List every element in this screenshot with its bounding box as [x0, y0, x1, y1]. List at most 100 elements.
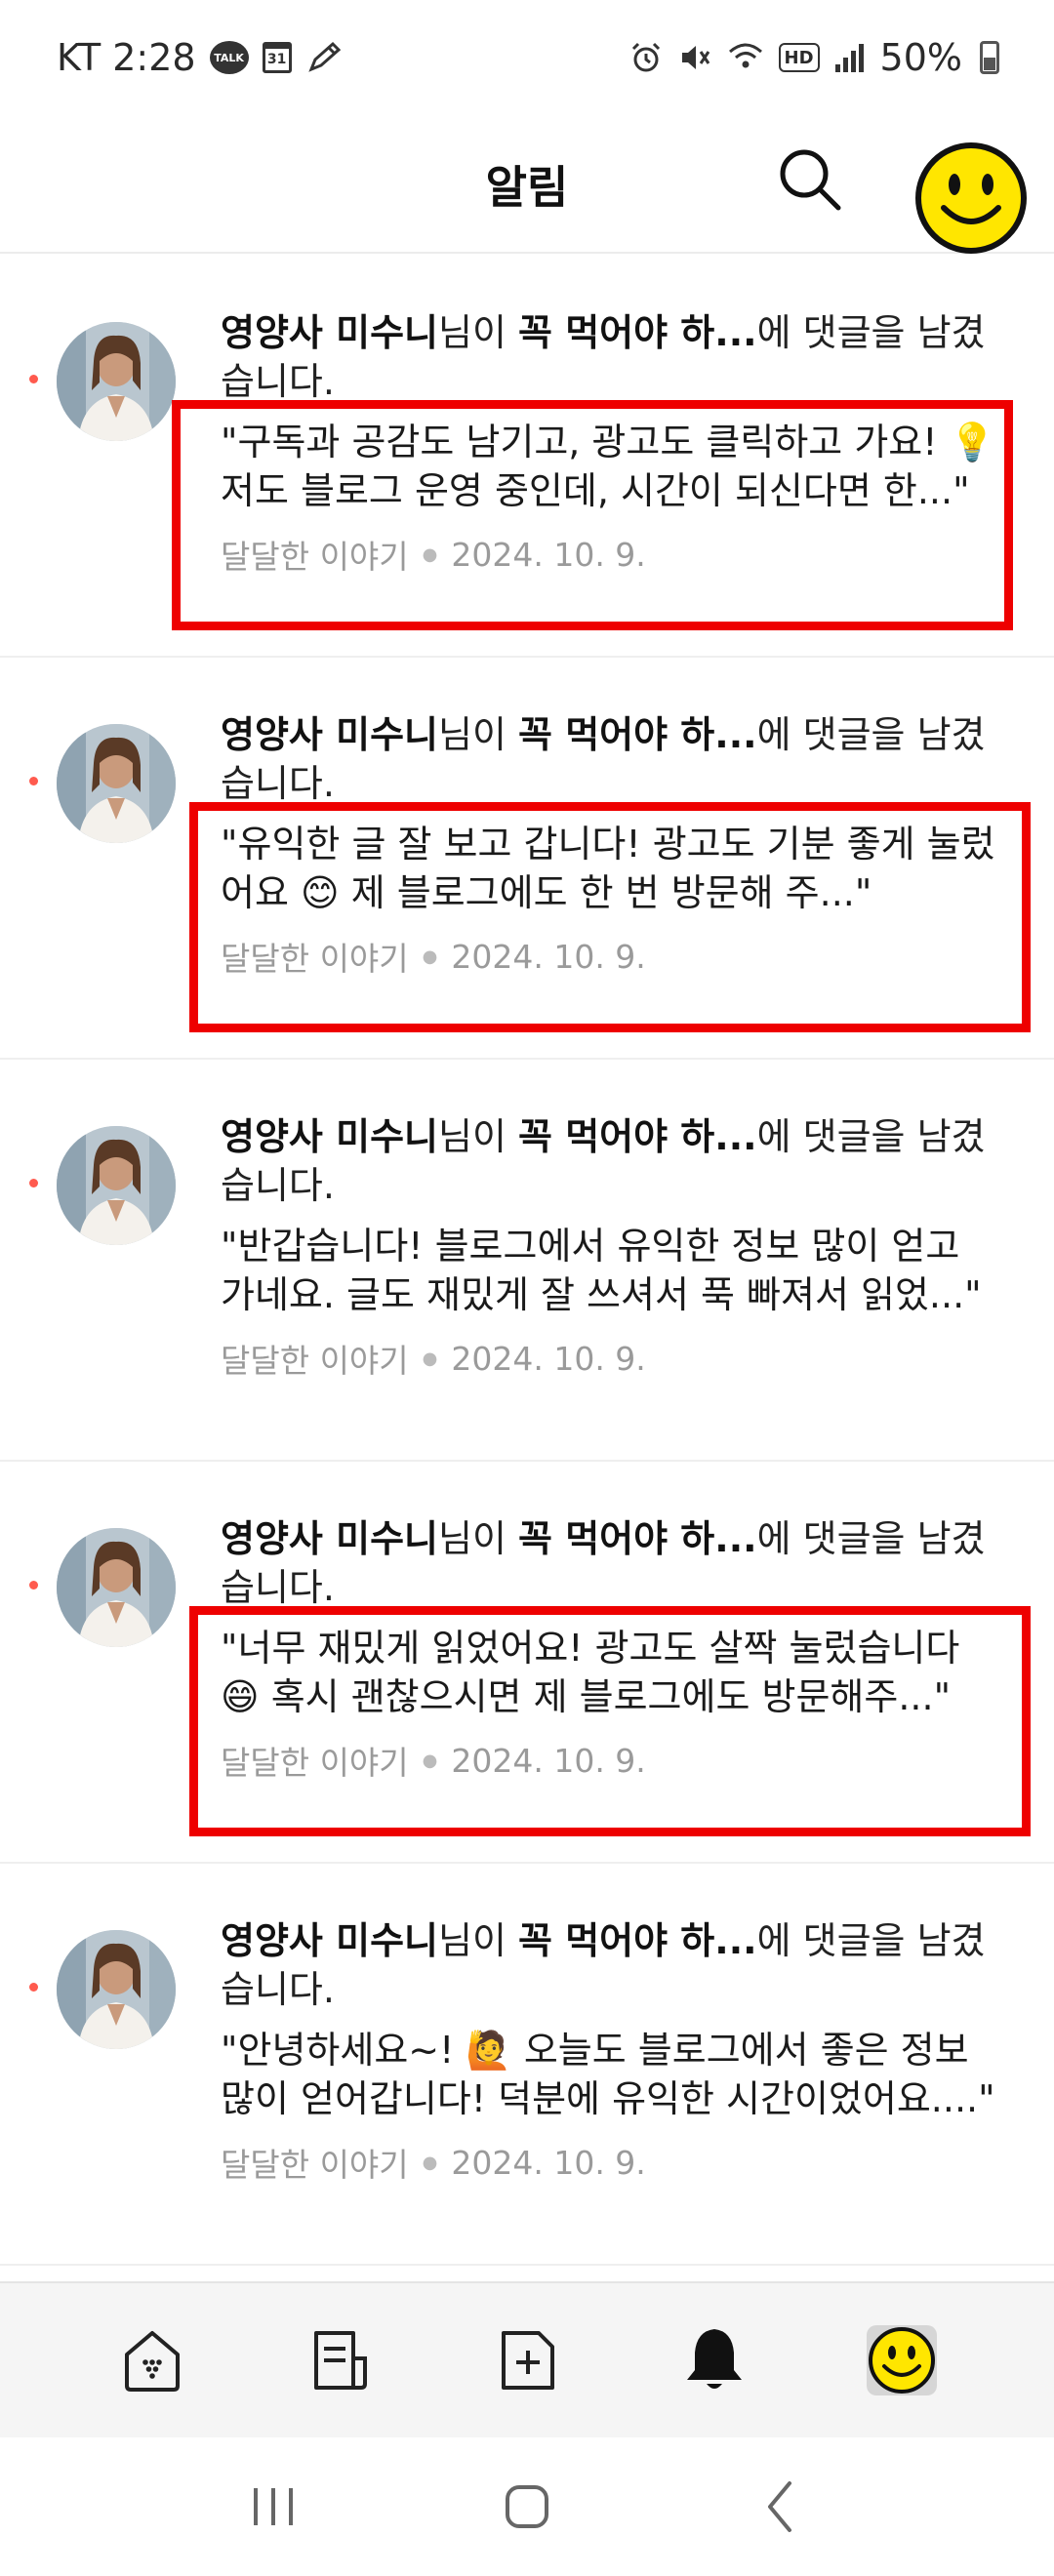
- meta-separator: ●: [422, 946, 438, 967]
- notification-item[interactable]: 영양사 미수니님이 꼭 먹어야 하...에 댓글을 남겼습니다. "안녕하세요~…: [0, 1864, 1054, 2266]
- portrait-image: [57, 322, 176, 441]
- nav-write-button[interactable]: [468, 2302, 586, 2419]
- notification-date: 2024. 10. 9.: [451, 535, 646, 574]
- recent-apps-button[interactable]: [224, 2458, 322, 2556]
- smiley-icon: [915, 142, 1027, 254]
- meta-separator: ●: [422, 2152, 438, 2173]
- author-name: 영양사 미수니: [221, 1517, 438, 1560]
- portrait-image: [57, 1930, 176, 2049]
- notification-item[interactable]: 영양사 미수니님이 꼭 먹어야 하...에 댓글을 남겼습니다. "너무 재밌게…: [0, 1462, 1054, 1864]
- blog-name: 달달한 이야기: [221, 940, 409, 978]
- alarm-icon: [628, 40, 664, 75]
- blog-name: 달달한 이야기: [221, 1342, 409, 1380]
- author-avatar[interactable]: [57, 1126, 176, 1245]
- author-name: 영양사 미수니: [221, 1919, 438, 1962]
- nav-feed-button[interactable]: [281, 2302, 398, 2419]
- pen-icon: [305, 40, 345, 75]
- system-navigation: [0, 2437, 1054, 2576]
- notification-headline: 영양사 미수니님이 꼭 먹어야 하...에 댓글을 남겼습니다.: [221, 308, 1005, 406]
- notification-date: 2024. 10. 9.: [451, 2143, 646, 2182]
- notification-meta: 달달한 이야기 ● 2024. 10. 9.: [221, 2139, 1005, 2186]
- blog-name: 달달한 이야기: [221, 538, 409, 576]
- notification-body: 영양사 미수니님이 꼭 먹어야 하...에 댓글을 남겼습니다. "안녕하세요~…: [221, 1916, 1005, 2186]
- battery-icon: [980, 41, 999, 74]
- notification-meta: 달달한 이야기 ● 2024. 10. 9.: [221, 531, 1005, 578]
- author-avatar[interactable]: [57, 322, 176, 441]
- unread-dot: [29, 1581, 38, 1590]
- notification-body: 영양사 미수니님이 꼭 먹어야 하...에 댓글을 남겼습니다. "유익한 글 …: [221, 710, 1005, 980]
- battery-percent: 50%: [879, 36, 962, 79]
- author-name: 영양사 미수니: [221, 311, 438, 354]
- recent-apps-icon: [254, 2488, 293, 2525]
- search-icon: [780, 149, 841, 211]
- carrier-time: KT 2:28: [57, 36, 196, 79]
- profile-smiley-icon: [867, 2325, 937, 2395]
- portrait-image: [57, 1528, 176, 1647]
- wifi-icon: [726, 40, 765, 75]
- author-avatar[interactable]: [57, 724, 176, 843]
- feed-icon: [314, 2331, 367, 2390]
- notification-meta: 달달한 이야기 ● 2024. 10. 9.: [221, 933, 1005, 980]
- notification-item[interactable]: 영양사 미수니님이 꼭 먹어야 하...에 댓글을 남겼습니다. "반갑습니다!…: [0, 1060, 1054, 1462]
- meta-separator: ●: [422, 1348, 438, 1369]
- notification-headline: 영양사 미수니님이 꼭 먹어야 하...에 댓글을 남겼습니다.: [221, 1112, 1005, 1210]
- blog-name: 달달한 이야기: [221, 2146, 409, 2184]
- hd-icon: HD: [778, 43, 820, 72]
- home-square-icon: [506, 2485, 548, 2528]
- headline-text: 님이: [438, 1919, 518, 1962]
- notification-headline: 영양사 미수니님이 꼭 먹어야 하...에 댓글을 남겼습니다.: [221, 1916, 1005, 2014]
- comment-preview: "안녕하세요~! 🙋 오늘도 블로그에서 좋은 정보 많이 얻어갑니다! 덕분에…: [221, 2029, 995, 2120]
- comment-preview: "구독과 공감도 남기고, 광고도 클릭하고 가요! 💡 저도 블로그 운영 중…: [221, 421, 995, 512]
- headline-text: 님이: [438, 713, 518, 756]
- nav-profile-button[interactable]: [843, 2302, 960, 2419]
- home-button[interactable]: [478, 2458, 576, 2556]
- notification-item[interactable]: 영양사 미수니님이 꼭 먹어야 하...에 댓글을 남겼습니다. "유익한 글 …: [0, 658, 1054, 1060]
- status-bar: KT 2:28 TALK 31 HD 50%: [0, 0, 1054, 115]
- notification-date: 2024. 10. 9.: [451, 1741, 646, 1780]
- status-left: KT 2:28 TALK 31: [57, 36, 345, 79]
- signal-icon: [833, 41, 867, 74]
- notification-item[interactable]: 영양사 미수니님이 꼭 먹어야 하...에 댓글을 남겼습니다. "구독과 공감…: [0, 256, 1054, 658]
- back-button[interactable]: [732, 2458, 830, 2556]
- post-title: 꼭 먹어야 하...: [518, 311, 757, 354]
- blog-name: 달달한 이야기: [221, 1744, 409, 1782]
- portrait-image: [57, 1126, 176, 1245]
- post-title: 꼭 먹어야 하...: [518, 1115, 757, 1158]
- headline-text: 님이: [438, 1517, 518, 1560]
- write-icon: [502, 2331, 554, 2390]
- author-avatar[interactable]: [57, 1528, 176, 1647]
- app-header: 알림: [0, 115, 1054, 254]
- profile-avatar-button[interactable]: [904, 131, 1038, 265]
- calendar-icon: 31: [262, 42, 292, 73]
- meta-separator: ●: [422, 1750, 438, 1771]
- comment-preview: "반갑습니다! 블로그에서 유익한 정보 많이 얻고 가네요. 글도 재밌게 잘…: [221, 1225, 982, 1316]
- unread-dot: [29, 1983, 38, 1992]
- unread-dot: [29, 1179, 38, 1187]
- unread-dot: [29, 777, 38, 785]
- search-button[interactable]: [771, 141, 849, 219]
- author-avatar[interactable]: [57, 1930, 176, 2049]
- unread-dot: [29, 375, 38, 383]
- notification-list: 영양사 미수니님이 꼭 먹어야 하...에 댓글을 남겼습니다. "구독과 공감…: [0, 256, 1054, 2266]
- notification-headline: 영양사 미수니님이 꼭 먹어야 하...에 댓글을 남겼습니다.: [221, 710, 1005, 808]
- post-title: 꼭 먹어야 하...: [518, 713, 757, 756]
- notification-body: 영양사 미수니님이 꼭 먹어야 하...에 댓글을 남겼습니다. "반갑습니다!…: [221, 1112, 1005, 1382]
- author-name: 영양사 미수니: [221, 713, 438, 756]
- status-right: HD 50%: [628, 36, 999, 79]
- post-title: 꼭 먹어야 하...: [518, 1517, 757, 1560]
- author-name: 영양사 미수니: [221, 1115, 438, 1158]
- comment-preview: "유익한 글 잘 보고 갑니다! 광고도 기분 좋게 눌렀어요 😊 제 블로그에…: [221, 823, 995, 914]
- nav-notifications-button[interactable]: [656, 2302, 773, 2419]
- bottom-navigation: [0, 2281, 1054, 2437]
- nav-home-button[interactable]: [94, 2302, 211, 2419]
- notification-meta: 달달한 이야기 ● 2024. 10. 9.: [221, 1737, 1005, 1784]
- headline-text: 님이: [438, 311, 518, 354]
- notification-headline: 영양사 미수니님이 꼭 먹어야 하...에 댓글을 남겼습니다.: [221, 1514, 1005, 1612]
- notification-body: 영양사 미수니님이 꼭 먹어야 하...에 댓글을 남겼습니다. "너무 재밌게…: [221, 1514, 1005, 1784]
- talk-icon: TALK: [209, 41, 249, 74]
- notification-meta: 달달한 이야기 ● 2024. 10. 9.: [221, 1335, 1005, 1382]
- mute-icon: [677, 40, 712, 75]
- page-title: 알림: [485, 161, 569, 214]
- notification-date: 2024. 10. 9.: [451, 937, 646, 976]
- home-icon: [125, 2331, 180, 2392]
